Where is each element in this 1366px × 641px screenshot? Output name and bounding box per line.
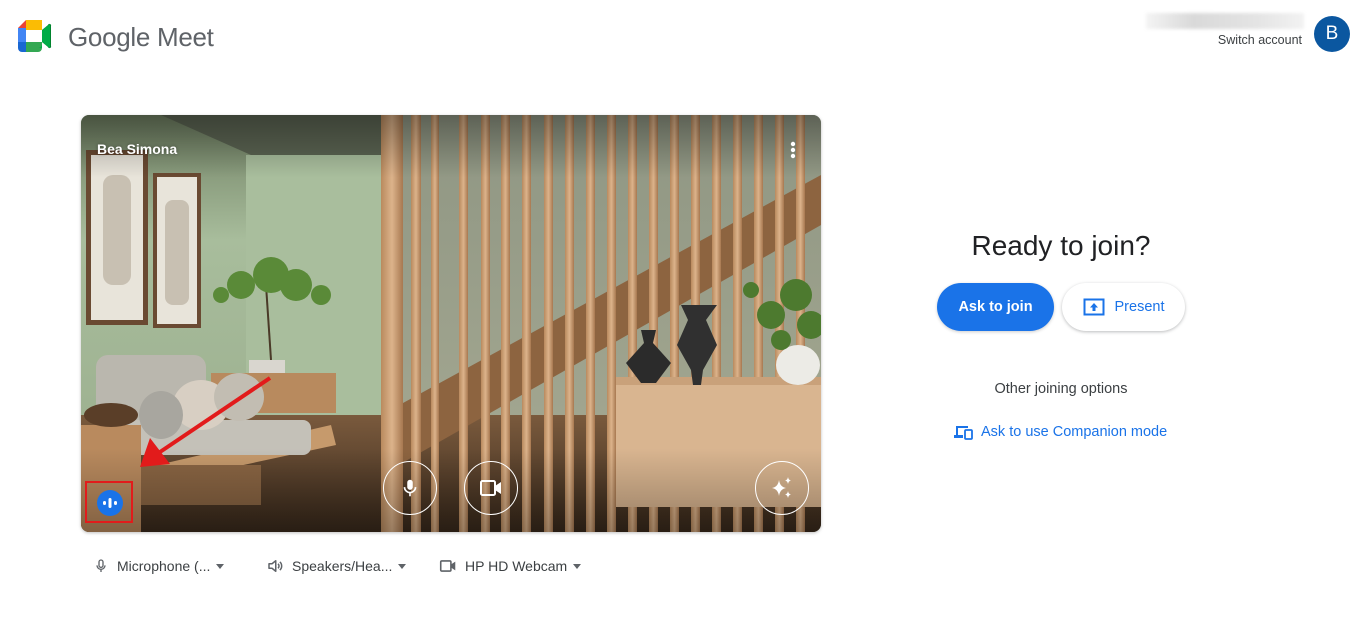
annotation-highlight-box (85, 481, 133, 523)
visual-effects-button[interactable] (755, 461, 809, 515)
present-button[interactable]: Present (1062, 283, 1185, 331)
camera-select-label: HP HD Webcam (465, 558, 568, 574)
microphone-select-label: Microphone (... (117, 558, 211, 574)
companion-devices-icon (954, 426, 973, 440)
ready-to-join-heading: Ready to join? (971, 230, 1151, 261)
other-joining-options-label: Other joining options (994, 381, 1128, 397)
present-button-label: Present (1114, 299, 1165, 315)
speakers-select-label: Speakers/Hea... (292, 558, 393, 574)
camera-select[interactable]: HP HD Webcam (439, 553, 582, 579)
switch-account-link[interactable]: Switch account (1200, 33, 1302, 47)
companion-mode-link[interactable]: Ask to use Companion mode (953, 424, 1167, 440)
mic-icon (96, 559, 106, 572)
dropdown-caret-icon (398, 563, 407, 569)
videocam-icon (439, 560, 456, 572)
dropdown-caret-icon (573, 563, 582, 569)
present-to-all-icon (1083, 298, 1104, 316)
volume-icon (268, 560, 283, 572)
dropdown-caret-icon (216, 563, 225, 569)
more-options-button[interactable] (783, 139, 803, 161)
annotation-arrow (140, 376, 272, 467)
more-vert-icon (790, 141, 796, 159)
mic-icon (403, 479, 417, 497)
avatar[interactable]: B (1314, 16, 1350, 52)
brand-name: Google Meet (68, 22, 214, 52)
microphone-toggle-button[interactable] (383, 461, 437, 515)
sparkle-icon (772, 477, 791, 498)
videocam-icon (480, 480, 501, 496)
speakers-select[interactable]: Speakers/Hea... (266, 553, 407, 579)
account-email-redacted (1146, 13, 1304, 29)
companion-mode-label: Ask to use Companion mode (981, 424, 1168, 440)
camera-toggle-button[interactable] (464, 461, 518, 515)
microphone-select[interactable]: Microphone (... (93, 553, 225, 579)
participant-name: Bea Simona (97, 141, 178, 157)
google-meet-logo[interactable] (18, 20, 56, 52)
ask-to-join-button[interactable]: Ask to join (937, 283, 1054, 331)
